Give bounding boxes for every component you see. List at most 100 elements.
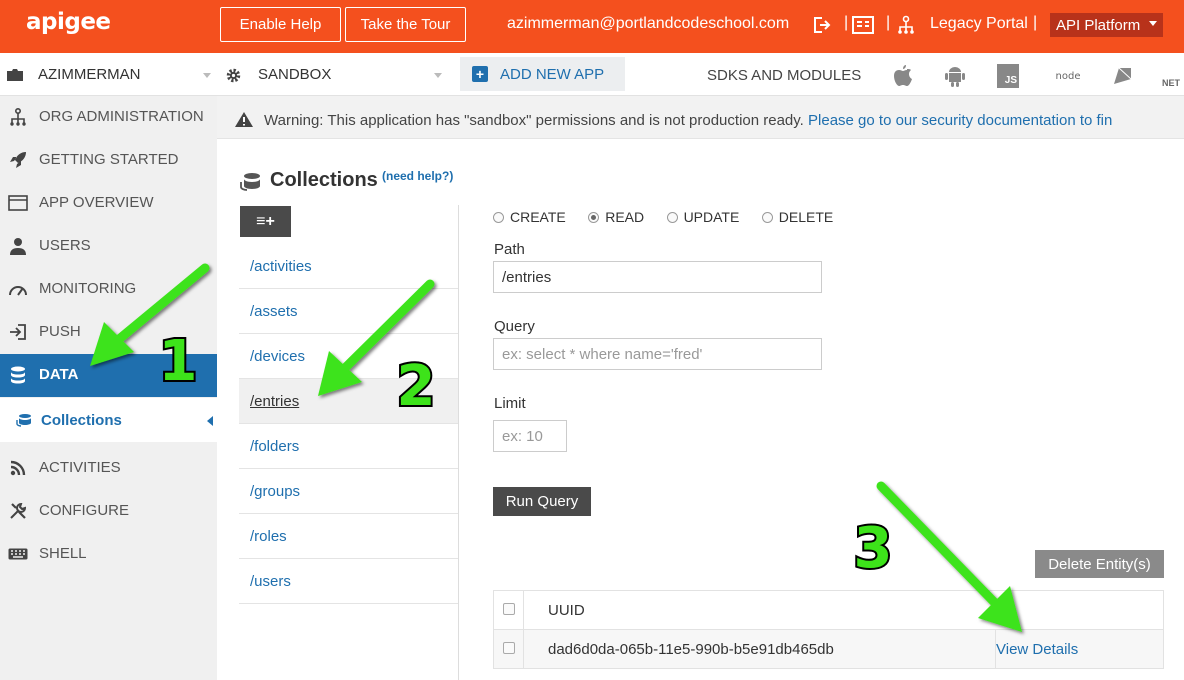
collection-item-groups[interactable]: /groups [239, 469, 458, 514]
sidebar-item-getting-started[interactable]: GETTING STARTED [0, 139, 217, 182]
sidebar-item-push[interactable]: PUSH [0, 311, 217, 354]
collection-label: /roles [250, 528, 287, 545]
row-checkbox[interactable] [502, 641, 515, 654]
profile-card-icon[interactable] [852, 14, 874, 36]
results-table: UUID dad6d0da-065b-11e5-990b-b5e91db465d… [493, 590, 1164, 669]
collection-item-folders[interactable]: /folders [239, 424, 458, 469]
plus-icon: + [472, 66, 488, 82]
sidebar-item-label: MONITORING [39, 280, 137, 297]
radio-button[interactable] [588, 212, 600, 223]
push-icon [8, 323, 28, 341]
sidebar-item-users[interactable]: USERS [0, 225, 217, 268]
separator: | [1033, 14, 1038, 31]
radio-delete[interactable]: DELETE [761, 209, 833, 225]
radio-label: UPDATE [683, 209, 740, 225]
path-input[interactable] [493, 261, 822, 293]
dotnet-icon[interactable]: NET [1158, 64, 1184, 88]
warning-message: Warning: This application has "sandbox" … [264, 112, 804, 129]
collection-label: /users [250, 573, 291, 590]
android-icon[interactable] [943, 64, 967, 88]
select-all-checkbox[interactable] [502, 602, 515, 615]
table-header-row: UUID [493, 590, 1164, 630]
collection-item-entries[interactable]: /entries [239, 379, 458, 424]
enable-help-button[interactable]: Enable Help [220, 7, 341, 42]
query-input[interactable] [493, 338, 822, 370]
sidebar-item-label: ORG ADMINISTRATION [39, 108, 204, 125]
sidebar-item-label: PUSH [39, 323, 81, 340]
sidebar-item-monitoring[interactable]: MONITORING [0, 268, 217, 311]
radio-button[interactable] [493, 212, 504, 223]
nodejs-icon[interactable]: node [1048, 64, 1088, 88]
org-icon [8, 108, 28, 126]
add-new-app-label: ADD NEW APP [500, 66, 605, 83]
row-select-cell [493, 629, 524, 669]
ruby-icon[interactable] [1110, 64, 1134, 88]
collection-item-devices[interactable]: /devices [239, 334, 458, 379]
collection-label: /folders [250, 438, 300, 455]
apple-icon[interactable] [891, 64, 915, 88]
sidebar-item-label: GETTING STARTED [39, 151, 179, 168]
sdks-label: SDKS AND MODULES [707, 67, 862, 84]
sidebar-item-activities[interactable]: ACTIVITIES [0, 447, 217, 490]
take-tour-button[interactable]: Take the Tour [345, 7, 466, 42]
js-icon[interactable]: JS [997, 64, 1019, 88]
sidebar-item-label: SHELL [39, 545, 87, 562]
user-email[interactable]: azimmerman@portlandcodeschool.com [507, 15, 789, 33]
api-platform-dropdown[interactable]: API Platform [1050, 13, 1163, 37]
org-selector[interactable]: AZIMMERMAN [38, 66, 141, 83]
collection-item-users[interactable]: /users [239, 559, 458, 604]
collection-label: /entries [250, 393, 300, 410]
collection-item-activities[interactable]: /activities [239, 244, 458, 289]
warning-icon [234, 111, 254, 133]
sidebar-subitem-collections[interactable]: Collections [0, 398, 217, 442]
warning-text: Warning: This application has "sandbox" … [264, 112, 1112, 129]
chevron-down-icon[interactable] [434, 73, 442, 78]
sidebar-subitem-label: Collections [41, 412, 122, 429]
gear-icon [225, 67, 242, 84]
briefcase-icon [6, 68, 24, 82]
collection-label: /devices [250, 348, 306, 365]
sidebar-item-configure[interactable]: CONFIGURE [0, 490, 217, 533]
sidebar-item-label: APP OVERVIEW [39, 194, 154, 211]
chevron-down-icon[interactable] [203, 73, 211, 78]
collection-label: /activities [250, 258, 312, 275]
user-icon [8, 237, 28, 255]
radio-button[interactable] [666, 212, 678, 223]
collection-list: /activities /assets /devices /entries /f… [239, 244, 458, 604]
radio-button[interactable] [761, 212, 773, 223]
sidebar-item-data[interactable]: DATA [0, 354, 217, 397]
radio-read[interactable]: READ [588, 209, 644, 225]
sandbox-warning-bar: Warning: This application has "sandbox" … [217, 96, 1184, 139]
need-help-link[interactable]: (need help?) [382, 169, 453, 183]
view-details-link[interactable]: View Details [995, 629, 1164, 669]
apigee-logo[interactable]: apigee [26, 9, 111, 35]
security-docs-link[interactable]: Please go to our security documentation … [808, 112, 1112, 129]
limit-input[interactable] [493, 420, 567, 452]
radio-create[interactable]: CREATE [493, 209, 566, 225]
app-selector[interactable]: SANDBOX [258, 66, 331, 83]
radio-update[interactable]: UPDATE [666, 209, 740, 225]
keyboard-icon [8, 545, 28, 563]
uuid-header: UUID [523, 590, 1164, 630]
legacy-portal-link[interactable]: Legacy Portal [930, 15, 1028, 33]
sidebar: ORG ADMINISTRATION GETTING STARTED APP O… [0, 96, 217, 680]
sidebar-item-app-overview[interactable]: APP OVERVIEW [0, 182, 217, 225]
query-label: Query [494, 318, 535, 335]
annotation-number-3: 3 [854, 516, 893, 581]
add-new-app-button[interactable]: + ADD NEW APP [460, 57, 625, 91]
run-query-button[interactable]: Run Query [493, 487, 591, 516]
uuid-cell: dad6d0da-065b-11e5-990b-b5e91db465db [523, 629, 996, 669]
collection-item-assets[interactable]: /assets [239, 289, 458, 334]
separator: | [844, 14, 849, 31]
org-hierarchy-icon[interactable] [895, 14, 917, 36]
rocket-icon [8, 151, 28, 169]
delete-entities-button[interactable]: Delete Entity(s) [1035, 550, 1164, 578]
sidebar-item-org-administration[interactable]: ORG ADMINISTRATION [0, 96, 217, 139]
logout-icon[interactable] [810, 14, 832, 36]
gauge-icon [8, 280, 28, 298]
add-collection-button[interactable]: ≡+ [240, 206, 291, 237]
collection-label: /assets [250, 303, 298, 320]
sidebar-item-shell[interactable]: SHELL [0, 533, 217, 576]
collections-icon [240, 172, 262, 197]
collection-item-roles[interactable]: /roles [239, 514, 458, 559]
